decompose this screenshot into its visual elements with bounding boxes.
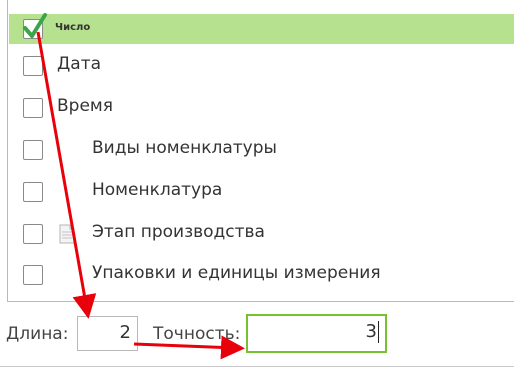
precision-bar: Длина: 2 Точность: 3 [0,305,514,367]
checkbox-nomenclature-types[interactable] [23,140,43,160]
checkbox-packaging-units[interactable] [23,265,43,285]
list-item-label: Этап производства [92,222,265,242]
accuracy-value: 3 [365,321,377,342]
type-list-panel: Число Дата Время Виды номенклатуры Номен… [7,0,514,302]
checkmark-icon [23,13,47,38]
document-icon [59,224,75,244]
checkbox-number[interactable] [23,13,47,39]
list-item-nomenclature[interactable]: Номенклатура [9,177,514,207]
checkbox-production-stage[interactable] [23,224,43,244]
length-input[interactable]: 2 [77,316,138,351]
length-label: Длина: [6,324,69,344]
checkbox-time[interactable] [23,98,43,118]
list-item-label: Номенклатура [92,180,223,200]
list-item-production-stage[interactable]: Этап производства [9,219,514,249]
length-value: 2 [119,322,131,343]
list-item-label: Виды номенклатуры [92,138,277,158]
list-item-label: Число [55,22,91,33]
text-caret [378,321,379,343]
accuracy-input[interactable]: 3 [246,314,387,353]
list-item-label: Упаковки и единицы измерения [92,263,381,283]
list-item-label: Дата [57,54,102,74]
divider [0,366,514,367]
checkbox-date[interactable] [23,56,43,76]
checkbox-nomenclature[interactable] [23,182,43,202]
list-item-label: Время [57,96,113,116]
list-item-nomenclature-types[interactable]: Виды номенклатуры [9,135,514,165]
list-item-number[interactable]: Число [9,13,514,44]
list-item-time[interactable]: Время [9,93,514,123]
accuracy-label: Точность: [153,324,241,344]
list-item-packaging-units[interactable]: Упаковки и единицы измерения [9,260,514,290]
list-item-date[interactable]: Дата [9,51,514,81]
